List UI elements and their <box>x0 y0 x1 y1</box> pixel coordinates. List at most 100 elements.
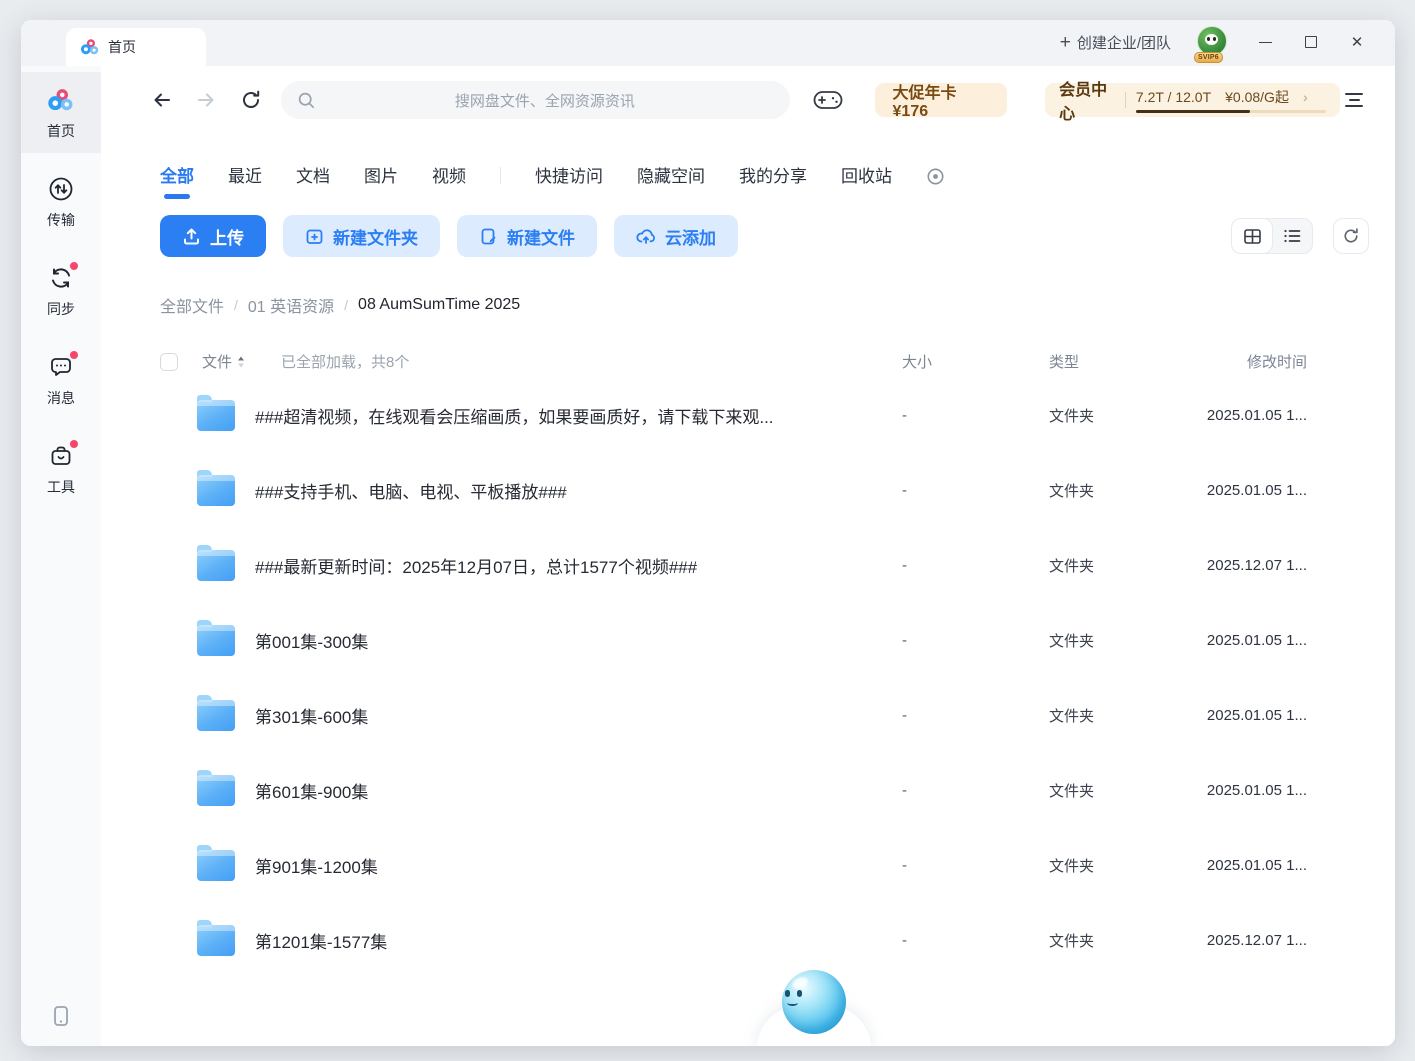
folder-icon <box>197 700 235 731</box>
cloud-add-button[interactable]: 云添加 <box>614 215 738 257</box>
column-modified-time[interactable]: 修改时间 <box>1197 351 1307 372</box>
folder-icon <box>197 850 235 881</box>
sidebar-label-home: 首页 <box>47 121 75 141</box>
tab-images[interactable]: 图片 <box>364 162 398 199</box>
table-row[interactable]: ###支持手机、电脑、电视、平板播放### - 文件夹 2025.01.05 1… <box>101 453 1395 528</box>
forward-button[interactable] <box>192 85 221 115</box>
column-file[interactable]: 文件 <box>202 351 232 372</box>
file-size: - <box>902 932 1049 949</box>
home-tab[interactable]: 首页 <box>66 28 206 66</box>
mobile-app-button[interactable] <box>21 1004 101 1046</box>
folder-plus-icon <box>305 227 324 246</box>
sync-icon <box>47 264 75 292</box>
new-folder-label: 新建文件夹 <box>333 224 418 249</box>
maximize-icon <box>1305 36 1317 48</box>
column-type[interactable]: 类型 <box>1049 351 1197 372</box>
tab-recent[interactable]: 最近 <box>228 162 262 199</box>
upload-label: 上传 <box>210 224 244 249</box>
divider <box>1125 92 1126 108</box>
file-name[interactable]: 第601集-900集 <box>255 778 368 803</box>
games-button[interactable] <box>812 83 845 117</box>
sort-icon[interactable] <box>237 356 245 368</box>
menu-icon[interactable] <box>1340 85 1369 115</box>
maximize-button[interactable] <box>1301 32 1321 52</box>
file-modified-time: 2025.01.05 1... <box>1197 782 1307 799</box>
sidebar-item-messages[interactable]: 消息 <box>21 339 101 420</box>
table-row[interactable]: 第1201集-1577集 - 文件夹 2025.12.07 1... <box>101 903 1395 978</box>
grid-view-button[interactable] <box>1232 219 1272 253</box>
tab-hidden-space[interactable]: 隐藏空间 <box>637 162 705 199</box>
minimize-icon <box>1259 42 1272 43</box>
app-window: 首页 + 创建企业/团队 SVIP6 ✕ <box>21 20 1395 1046</box>
target-icon[interactable] <box>926 167 945 186</box>
search-icon <box>297 91 316 110</box>
tab-my-shares[interactable]: 我的分享 <box>739 162 807 199</box>
new-file-label: 新建文件 <box>507 224 575 249</box>
file-name[interactable]: 第301集-600集 <box>255 703 368 728</box>
minimize-button[interactable] <box>1255 32 1275 52</box>
file-size: - <box>902 557 1049 574</box>
sidebar-item-tools[interactable]: 工具 <box>21 428 101 509</box>
list-view-button[interactable] <box>1272 219 1312 253</box>
file-name[interactable]: 第001集-300集 <box>255 628 368 653</box>
sidebar-label-messages: 消息 <box>47 388 75 408</box>
table-row[interactable]: 第601集-900集 - 文件夹 2025.01.05 1... <box>101 753 1395 828</box>
file-size: - <box>902 407 1049 424</box>
netdisk-logo-icon <box>47 86 75 114</box>
file-edit-icon <box>479 227 498 246</box>
file-size: - <box>902 707 1049 724</box>
file-type: 文件夹 <box>1049 630 1197 651</box>
sidebar-item-home[interactable]: 首页 <box>21 72 101 153</box>
file-modified-time: 2025.01.05 1... <box>1197 707 1307 724</box>
new-folder-button[interactable]: 新建文件夹 <box>283 215 440 257</box>
avatar[interactable]: SVIP6 <box>1197 26 1229 58</box>
file-name[interactable]: 第901集-1200集 <box>255 853 378 878</box>
file-size: - <box>902 782 1049 799</box>
back-button[interactable] <box>147 85 176 115</box>
phone-icon <box>50 1004 72 1028</box>
breadcrumb-root[interactable]: 全部文件 <box>160 293 224 317</box>
tab-recycle-bin[interactable]: 回收站 <box>841 162 892 199</box>
file-type: 文件夹 <box>1049 555 1197 576</box>
create-team-button[interactable]: + 创建企业/团队 <box>1060 32 1171 53</box>
sidebar-item-transfer[interactable]: 传输 <box>21 161 101 242</box>
folder-icon <box>197 625 235 656</box>
table-row[interactable]: ###最新更新时间：2025年12月07日，总计1577个视频### - 文件夹… <box>101 528 1395 603</box>
new-file-button[interactable]: 新建文件 <box>457 215 597 257</box>
file-name[interactable]: 第1201集-1577集 <box>255 928 387 953</box>
select-all-checkbox[interactable] <box>160 353 178 371</box>
tab-documents[interactable]: 文档 <box>296 162 330 199</box>
sidebar-item-sync[interactable]: 同步 <box>21 250 101 331</box>
folder-icon <box>197 400 235 431</box>
promo-annual-card-button[interactable]: 大促年卡¥176 <box>875 83 1008 117</box>
sidebar-label-tools: 工具 <box>47 477 75 497</box>
file-modified-time: 2025.01.05 1... <box>1197 632 1307 649</box>
table-row[interactable]: 第901集-1200集 - 文件夹 2025.01.05 1... <box>101 828 1395 903</box>
sidebar-label-transfer: 传输 <box>47 210 75 230</box>
file-name[interactable]: ###最新更新时间：2025年12月07日，总计1577个视频### <box>255 553 697 578</box>
table-row[interactable]: 第301集-600集 - 文件夹 2025.01.05 1... <box>101 678 1395 753</box>
table-row[interactable]: 第001集-300集 - 文件夹 2025.01.05 1... <box>101 603 1395 678</box>
file-name[interactable]: ###支持手机、电脑、电视、平板播放### <box>255 478 567 503</box>
file-name[interactable]: ###超清视频，在线观看会压缩画质，如果要画质好，请下载下来观... <box>255 403 774 428</box>
member-center-button[interactable]: 会员中心 7.2T / 12.0T ¥0.08/G起 › <box>1045 83 1340 117</box>
create-team-label: 创建企业/团队 <box>1077 32 1171 53</box>
breadcrumb-folder[interactable]: 01 英语资源 <box>248 293 334 317</box>
refresh-list-button[interactable] <box>1333 218 1369 254</box>
tab-all[interactable]: 全部 <box>160 162 194 199</box>
breadcrumb-separator: / <box>234 297 238 313</box>
close-button[interactable]: ✕ <box>1347 32 1367 52</box>
folder-icon <box>197 475 235 506</box>
category-tabs: 全部 最近 文档 图片 视频 快捷访问 隐藏空间 我的分享 回收站 <box>101 162 1395 199</box>
quota-progress-track <box>1136 110 1326 113</box>
search-placeholder: 搜网盘文件、全网资源资讯 <box>316 90 773 111</box>
column-size[interactable]: 大小 <box>902 351 1049 372</box>
upload-button[interactable]: 上传 <box>160 215 266 257</box>
table-row[interactable]: ###超清视频，在线观看会压缩画质，如果要画质好，请下载下来观... - 文件夹… <box>101 378 1395 453</box>
folder-icon <box>197 775 235 806</box>
tab-quick-access[interactable]: 快捷访问 <box>535 162 603 199</box>
tab-videos[interactable]: 视频 <box>432 162 466 199</box>
close-icon: ✕ <box>1351 33 1364 51</box>
reload-button[interactable] <box>236 85 265 115</box>
search-input[interactable]: 搜网盘文件、全网资源资讯 <box>281 81 789 119</box>
